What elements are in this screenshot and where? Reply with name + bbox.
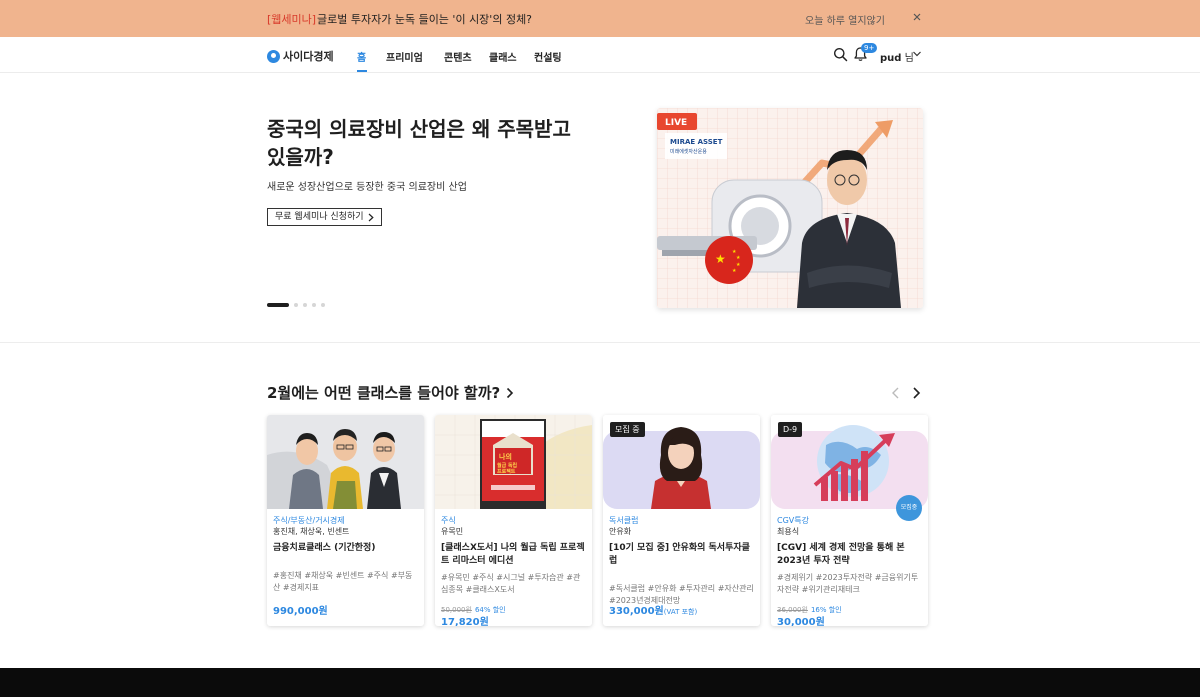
svg-text:★: ★ xyxy=(736,255,741,261)
slide-indicator xyxy=(267,303,330,307)
hero-title: 중국의 의료장비 산업은 왜 주목받고 있을까? xyxy=(267,117,571,169)
nav-item-contents[interactable]: 콘텐츠 xyxy=(444,49,472,64)
class-price: 17,820원 xyxy=(441,617,489,626)
class-card[interactable]: 모집 중 독서클럽 안유화 [10기 모집 중] 안유화의 독서투자클럽 #독서… xyxy=(603,415,760,626)
nav-item-class[interactable]: 클래스 xyxy=(489,49,517,64)
class-authors: 홍진채, 채상욱, 빈센트 xyxy=(273,527,350,536)
slide-dot[interactable] xyxy=(303,303,307,307)
nav-item-home[interactable]: 홈 xyxy=(357,49,366,64)
logo-text: 사이다경제 xyxy=(283,50,334,63)
dismiss-today-link[interactable]: 오늘 하루 열지않기 xyxy=(805,12,885,27)
chevron-right-icon xyxy=(507,387,514,398)
chevron-right-icon xyxy=(368,213,374,221)
active-nav-indicator xyxy=(357,70,367,72)
class-card-image xyxy=(267,415,424,509)
svg-text:프로젝트: 프로젝트 xyxy=(497,468,516,475)
class-authors: 유목민 xyxy=(441,527,464,536)
svg-text:★: ★ xyxy=(732,268,737,274)
dday-badge: D-9 xyxy=(778,422,803,437)
recruiting-badge: 모집 중 xyxy=(610,422,645,437)
logo[interactable]: 사이다경제 xyxy=(267,48,334,64)
top-nav: 사이다경제 홈 프리미엄 콘텐츠 클래스 컨설팅 9+ pud 님 xyxy=(0,37,1200,73)
hero-section: 중국의 의료장비 산업은 왜 주목받고 있을까? 새로운 성장산업으로 등장한 … xyxy=(0,73,1200,343)
class-price: 990,000원 xyxy=(273,606,328,617)
promo-message[interactable]: 글로벌 투자자가 눈독 들이는 '이 시장'의 정체? xyxy=(317,11,532,27)
class-tags: #독서클럽 #안유화 #투자관리 #자산관리 #2023년경제대전망 xyxy=(609,584,754,605)
svg-text:★: ★ xyxy=(715,252,726,266)
search-icon[interactable] xyxy=(833,47,848,62)
class-title[interactable]: [CGV] 세계 경제 전망을 통해 본 2023년 투자 전략 xyxy=(777,542,923,568)
brand-name: MIRAE ASSET xyxy=(670,138,723,146)
webinar-signup-label: 무료 웹세미나 신청하기 xyxy=(275,212,364,222)
svg-text:★: ★ xyxy=(736,262,741,268)
original-price: 50,000원 xyxy=(441,606,472,614)
discount-rate: 16% 할인 xyxy=(810,606,842,614)
class-category: CGV특강 xyxy=(777,516,809,525)
carousel-next-icon[interactable] xyxy=(910,386,922,400)
close-icon[interactable] xyxy=(910,10,924,24)
class-title[interactable]: [클래스X도서] 나의 월급 독립 프로젝트 리마스터 에디션 xyxy=(441,542,587,568)
class-category: 주식/부동산/거시경제 xyxy=(273,516,345,525)
brand-subname: 미래에셋자산운용 xyxy=(670,148,707,155)
section-title[interactable]: 2월에는 어떤 클래스를 들어야 할까? xyxy=(267,382,514,403)
class-authors: 안유화 xyxy=(609,527,632,536)
class-price: 30,000원 xyxy=(777,617,825,626)
discount-rate: 64% 할인 xyxy=(474,606,506,614)
nav-item-premium[interactable]: 프리미엄 xyxy=(386,49,423,64)
class-thumbnail: 나의 월급 독립 프로젝트 xyxy=(435,415,592,509)
hero-banner-image[interactable]: ★ ★ ★ ★ ★ LIVE MIRAE ASSET 미래에셋자산운용 xyxy=(657,108,923,308)
class-tags: #유목민 #주식 #시그널 #투자습관 #관심종목 #클래스X도서 xyxy=(441,573,581,594)
slide-dot[interactable] xyxy=(321,303,325,307)
section-title-text: 2월에는 어떤 클래스를 들어야 할까? xyxy=(267,384,501,402)
chevron-down-icon[interactable] xyxy=(912,50,922,58)
class-card[interactable]: D-9 모집중 CGV특강 최용식 [CGV] 세계 경제 전망을 통해 본 2… xyxy=(771,415,928,626)
class-authors: 최용식 xyxy=(777,527,800,536)
class-category: 주식 xyxy=(441,516,456,525)
user-name: pud xyxy=(880,53,902,64)
webinar-signup-button[interactable]: 무료 웹세미나 신청하기 xyxy=(267,208,382,226)
class-category: 독서클럽 xyxy=(609,516,639,525)
original-price: 36,000원 xyxy=(777,606,808,614)
class-price: 330,000원 xyxy=(609,606,664,617)
svg-text:월급 독립: 월급 독립 xyxy=(497,462,518,469)
class-tags: #홍진채 #채상욱 #빈센트 #주식 #부동산 #경제지표 xyxy=(273,571,413,592)
carousel-prev-icon[interactable] xyxy=(890,386,902,400)
notification-badge: 9+ xyxy=(861,43,878,53)
live-label: LIVE xyxy=(665,118,687,128)
promo-banner[interactable]: [웹세미나] 글로벌 투자자가 눈독 들이는 '이 시장'의 정체? 오늘 하루… xyxy=(0,0,1200,37)
footer xyxy=(0,668,1200,697)
user-menu[interactable]: pud 님 xyxy=(880,49,914,64)
class-tags: #경제위기 #2023투자전략 #금융위기투자전략 #위기관리재테크 xyxy=(777,573,919,594)
slide-dot[interactable] xyxy=(267,303,289,307)
hero-illustration: ★ ★ ★ ★ ★ LIVE MIRAE ASSET 미래에셋자산운용 xyxy=(657,108,923,308)
class-title[interactable]: 금융치료클래스 (기간한정) xyxy=(273,542,419,555)
promo-tag: [웹세미나] xyxy=(267,13,317,26)
hero-subtitle: 새로운 성장산업으로 등장한 중국 의료장비 산업 xyxy=(267,182,467,193)
class-card[interactable]: 나의 월급 독립 프로젝트 주식 유목민 [클래스X도서] 나의 월급 독립 프… xyxy=(435,415,592,626)
vat-note: (VAT 포함) xyxy=(663,608,698,616)
slide-dot[interactable] xyxy=(294,303,298,307)
logo-icon xyxy=(267,49,280,63)
class-card-image: 나의 월급 독립 프로젝트 xyxy=(435,415,592,509)
nav-item-consulting[interactable]: 컨설팅 xyxy=(534,49,562,64)
slide-dot[interactable] xyxy=(312,303,316,307)
svg-text:나의: 나의 xyxy=(499,452,512,461)
class-thumbnail xyxy=(267,415,424,509)
class-card[interactable]: 주식/부동산/거시경제 홍진채, 채상욱, 빈센트 금융치료클래스 (기간한정)… xyxy=(267,415,424,626)
class-title[interactable]: [10기 모집 중] 안유화의 독서투자클럽 xyxy=(609,542,755,568)
